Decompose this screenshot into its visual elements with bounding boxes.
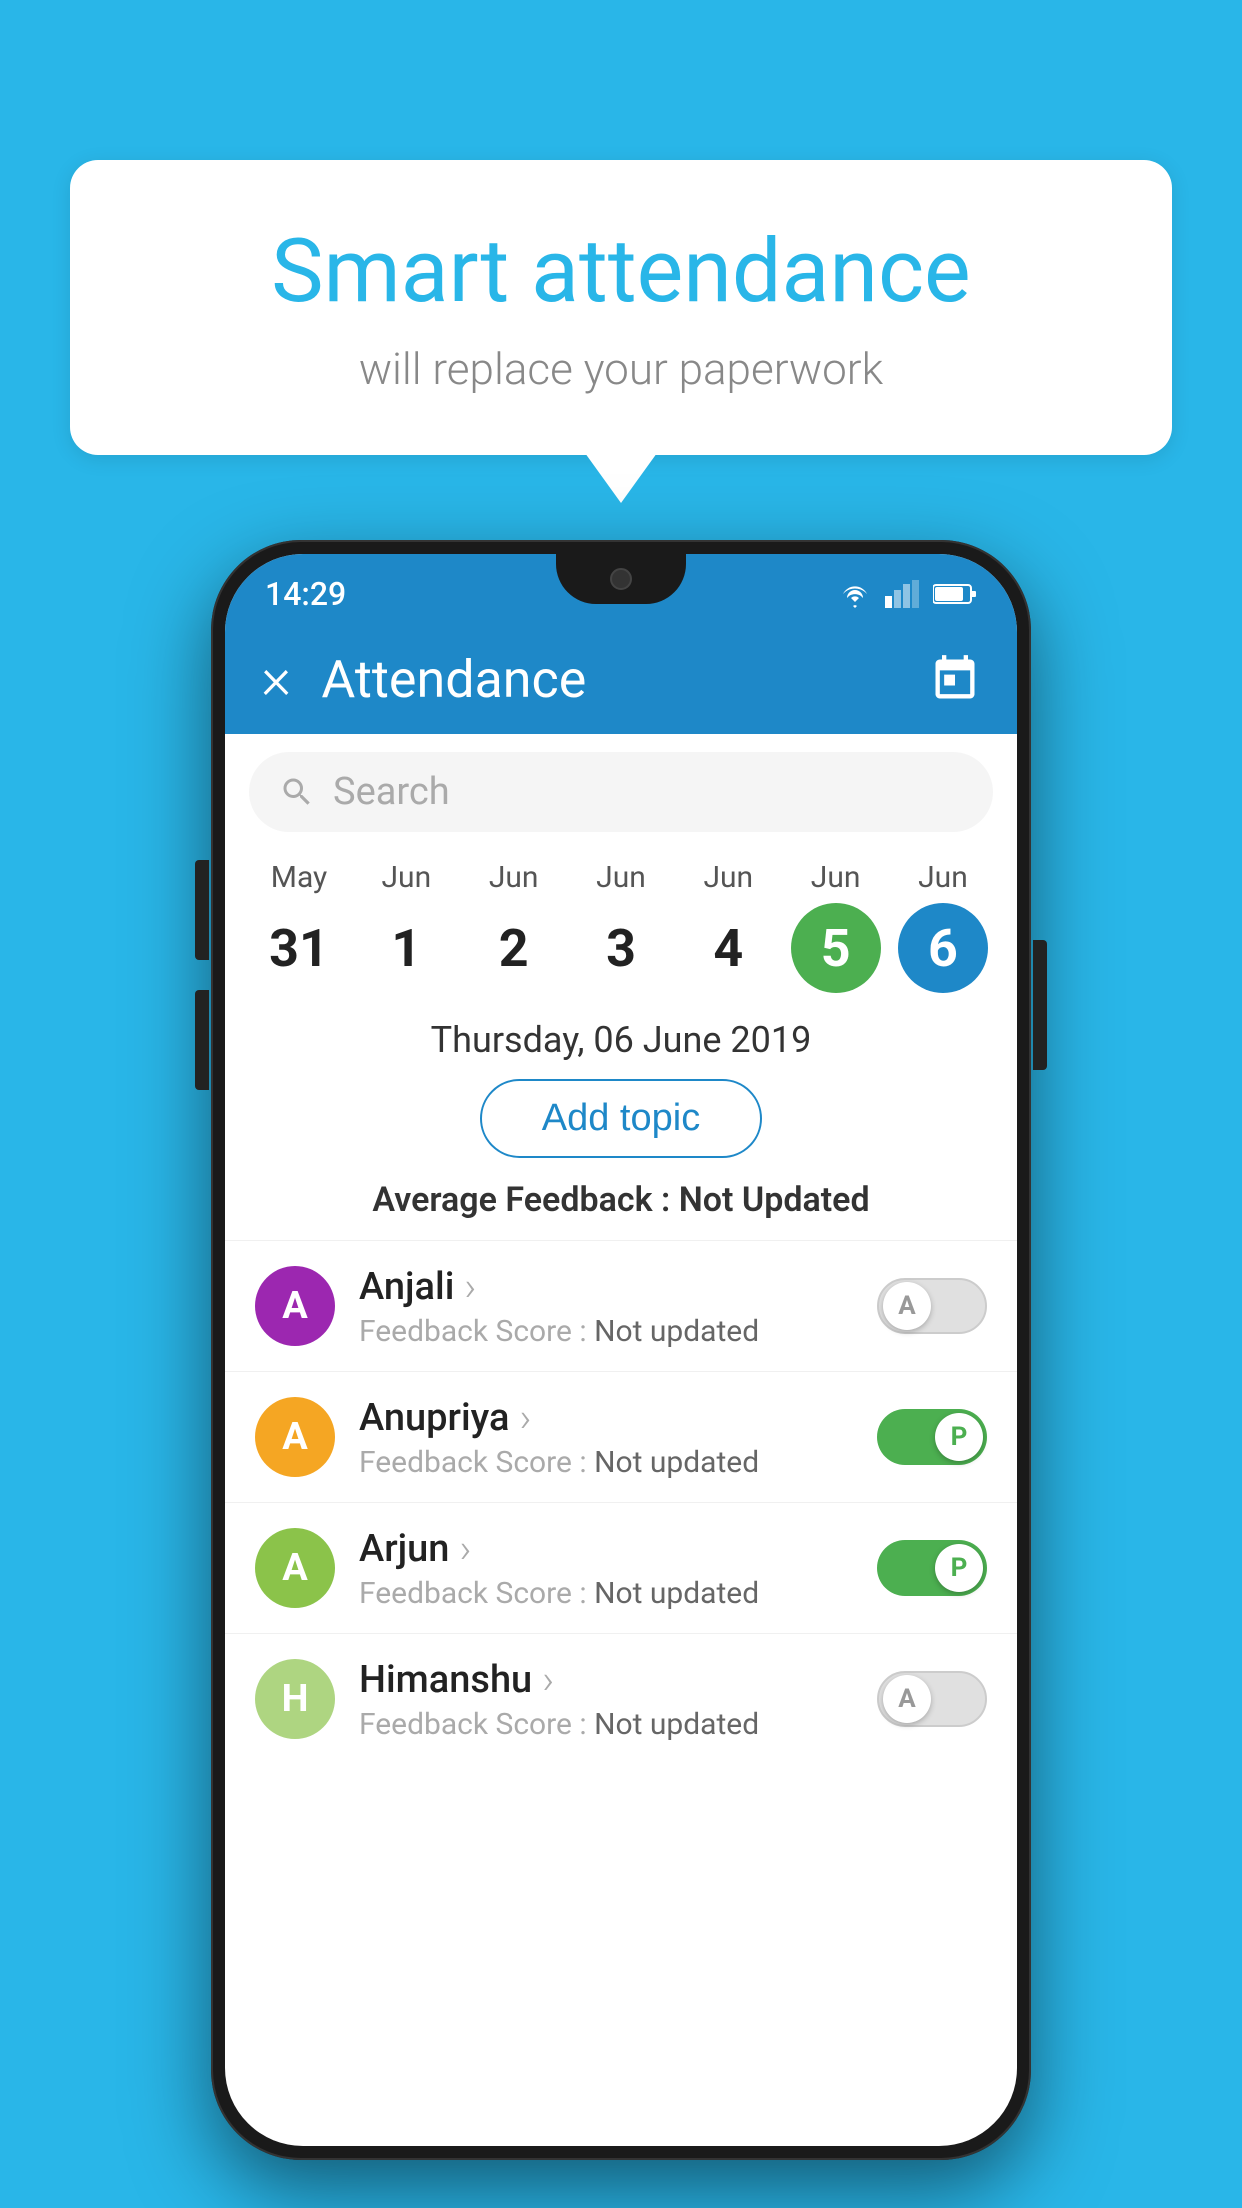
calendar-day-5[interactable]: Jun 5 xyxy=(786,860,886,993)
attendance-toggle[interactable]: A xyxy=(877,1671,987,1727)
student-avatar: A xyxy=(255,1528,335,1608)
calendar-strip: May 31 Jun 1 Jun 2 Jun 3 Jun 4 Jun 5 Jun 6 xyxy=(225,850,1017,993)
student-item-2[interactable]: A Arjun Feedback Score : Not updated P xyxy=(225,1502,1017,1633)
calendar-icon[interactable] xyxy=(929,653,981,705)
cal-month-label: Jun xyxy=(703,860,753,895)
toggle-knob: P xyxy=(935,1413,983,1461)
student-info: Himanshu Feedback Score : Not updated xyxy=(359,1656,853,1742)
search-bar[interactable]: Search xyxy=(249,752,993,832)
phone-container: 14:29 xyxy=(211,540,1031,2160)
bubble-subtitle: will replace your paperwork xyxy=(150,343,1092,395)
toggle-switch[interactable]: P xyxy=(877,1409,987,1465)
avg-feedback-label: Average Feedback : xyxy=(372,1180,678,1220)
cal-date-number: 3 xyxy=(576,903,666,993)
selected-date: Thursday, 06 June 2019 xyxy=(225,1019,1017,1061)
toggle-knob: A xyxy=(883,1675,931,1723)
cal-month-label: Jun xyxy=(489,860,539,895)
phone-shell: 14:29 xyxy=(211,540,1031,2160)
phone-notch xyxy=(556,554,686,604)
app-bar: × Attendance xyxy=(225,624,1017,734)
speech-bubble-container: Smart attendance will replace your paper… xyxy=(70,160,1172,455)
battery-icon xyxy=(933,582,977,606)
student-list: AAnjaliFeedback Score : Not updatedAAAnu… xyxy=(225,1240,1017,1764)
student-feedback: Feedback Score : Not updated xyxy=(359,1707,853,1742)
avg-feedback: Average Feedback : Not Updated xyxy=(225,1180,1017,1220)
calendar-day-3[interactable]: Jun 3 xyxy=(571,860,671,993)
front-camera xyxy=(610,568,632,590)
student-name: Anupriya xyxy=(359,1394,853,1441)
toggle-switch[interactable]: A xyxy=(877,1278,987,1334)
calendar-day-2[interactable]: Jun 2 xyxy=(464,860,564,993)
student-info: Anupriya Feedback Score : Not updated xyxy=(359,1394,853,1480)
cal-date-number: 1 xyxy=(361,903,451,993)
cal-month-label: Jun xyxy=(811,860,861,895)
status-time: 14:29 xyxy=(265,575,346,613)
avg-feedback-value: Not Updated xyxy=(679,1180,870,1220)
search-icon xyxy=(279,774,315,810)
add-topic-button[interactable]: Add topic xyxy=(480,1079,762,1158)
student-avatar: A xyxy=(255,1266,335,1346)
cal-date-number: 31 xyxy=(254,903,344,993)
app-title: Attendance xyxy=(321,649,899,710)
calendar-day-0[interactable]: May 31 xyxy=(249,860,349,993)
student-feedback: Feedback Score : Not updated xyxy=(359,1445,853,1480)
cal-date-number: 4 xyxy=(683,903,773,993)
attendance-toggle[interactable]: P xyxy=(877,1409,987,1465)
student-feedback: Feedback Score : Not updated xyxy=(359,1576,853,1611)
student-name: Arjun xyxy=(359,1525,853,1572)
student-info: Arjun Feedback Score : Not updated xyxy=(359,1525,853,1611)
search-placeholder: Search xyxy=(333,770,450,814)
signal-icon xyxy=(885,580,921,608)
student-name: Anjali xyxy=(359,1263,853,1310)
cal-date-number: 5 xyxy=(791,903,881,993)
student-info: Anjali Feedback Score : Not updated xyxy=(359,1263,853,1349)
calendar-day-6[interactable]: Jun 6 xyxy=(893,860,993,993)
toggle-switch[interactable]: A xyxy=(877,1671,987,1727)
student-feedback: Feedback Score : Not updated xyxy=(359,1314,853,1349)
student-name: Himanshu xyxy=(359,1656,853,1703)
status-icons xyxy=(837,580,977,608)
cal-date-number: 2 xyxy=(469,903,559,993)
student-item-1[interactable]: A Anupriya Feedback Score : Not updated P xyxy=(225,1371,1017,1502)
bubble-title: Smart attendance xyxy=(150,220,1092,323)
wifi-icon xyxy=(837,580,873,608)
student-avatar: A xyxy=(255,1397,335,1477)
cal-month-label: Jun xyxy=(381,860,431,895)
student-avatar: H xyxy=(255,1659,335,1739)
cal-month-label: Jun xyxy=(918,860,968,895)
attendance-toggle[interactable]: P xyxy=(877,1540,987,1596)
student-item-0[interactable]: A Anjali Feedback Score : Not updated A xyxy=(225,1240,1017,1371)
cal-date-number: 6 xyxy=(898,903,988,993)
close-button[interactable]: × xyxy=(261,645,291,713)
calendar-day-4[interactable]: Jun 4 xyxy=(678,860,778,993)
attendance-toggle[interactable]: A xyxy=(877,1278,987,1334)
calendar-day-1[interactable]: Jun 1 xyxy=(356,860,456,993)
speech-bubble: Smart attendance will replace your paper… xyxy=(70,160,1172,455)
cal-month-label: May xyxy=(271,860,327,895)
cal-month-label: Jun xyxy=(596,860,646,895)
phone-screen: 14:29 xyxy=(225,554,1017,2146)
toggle-knob: P xyxy=(935,1544,983,1592)
student-item-3[interactable]: H Himanshu Feedback Score : Not updated A xyxy=(225,1633,1017,1764)
toggle-knob: A xyxy=(883,1282,931,1330)
toggle-switch[interactable]: P xyxy=(877,1540,987,1596)
